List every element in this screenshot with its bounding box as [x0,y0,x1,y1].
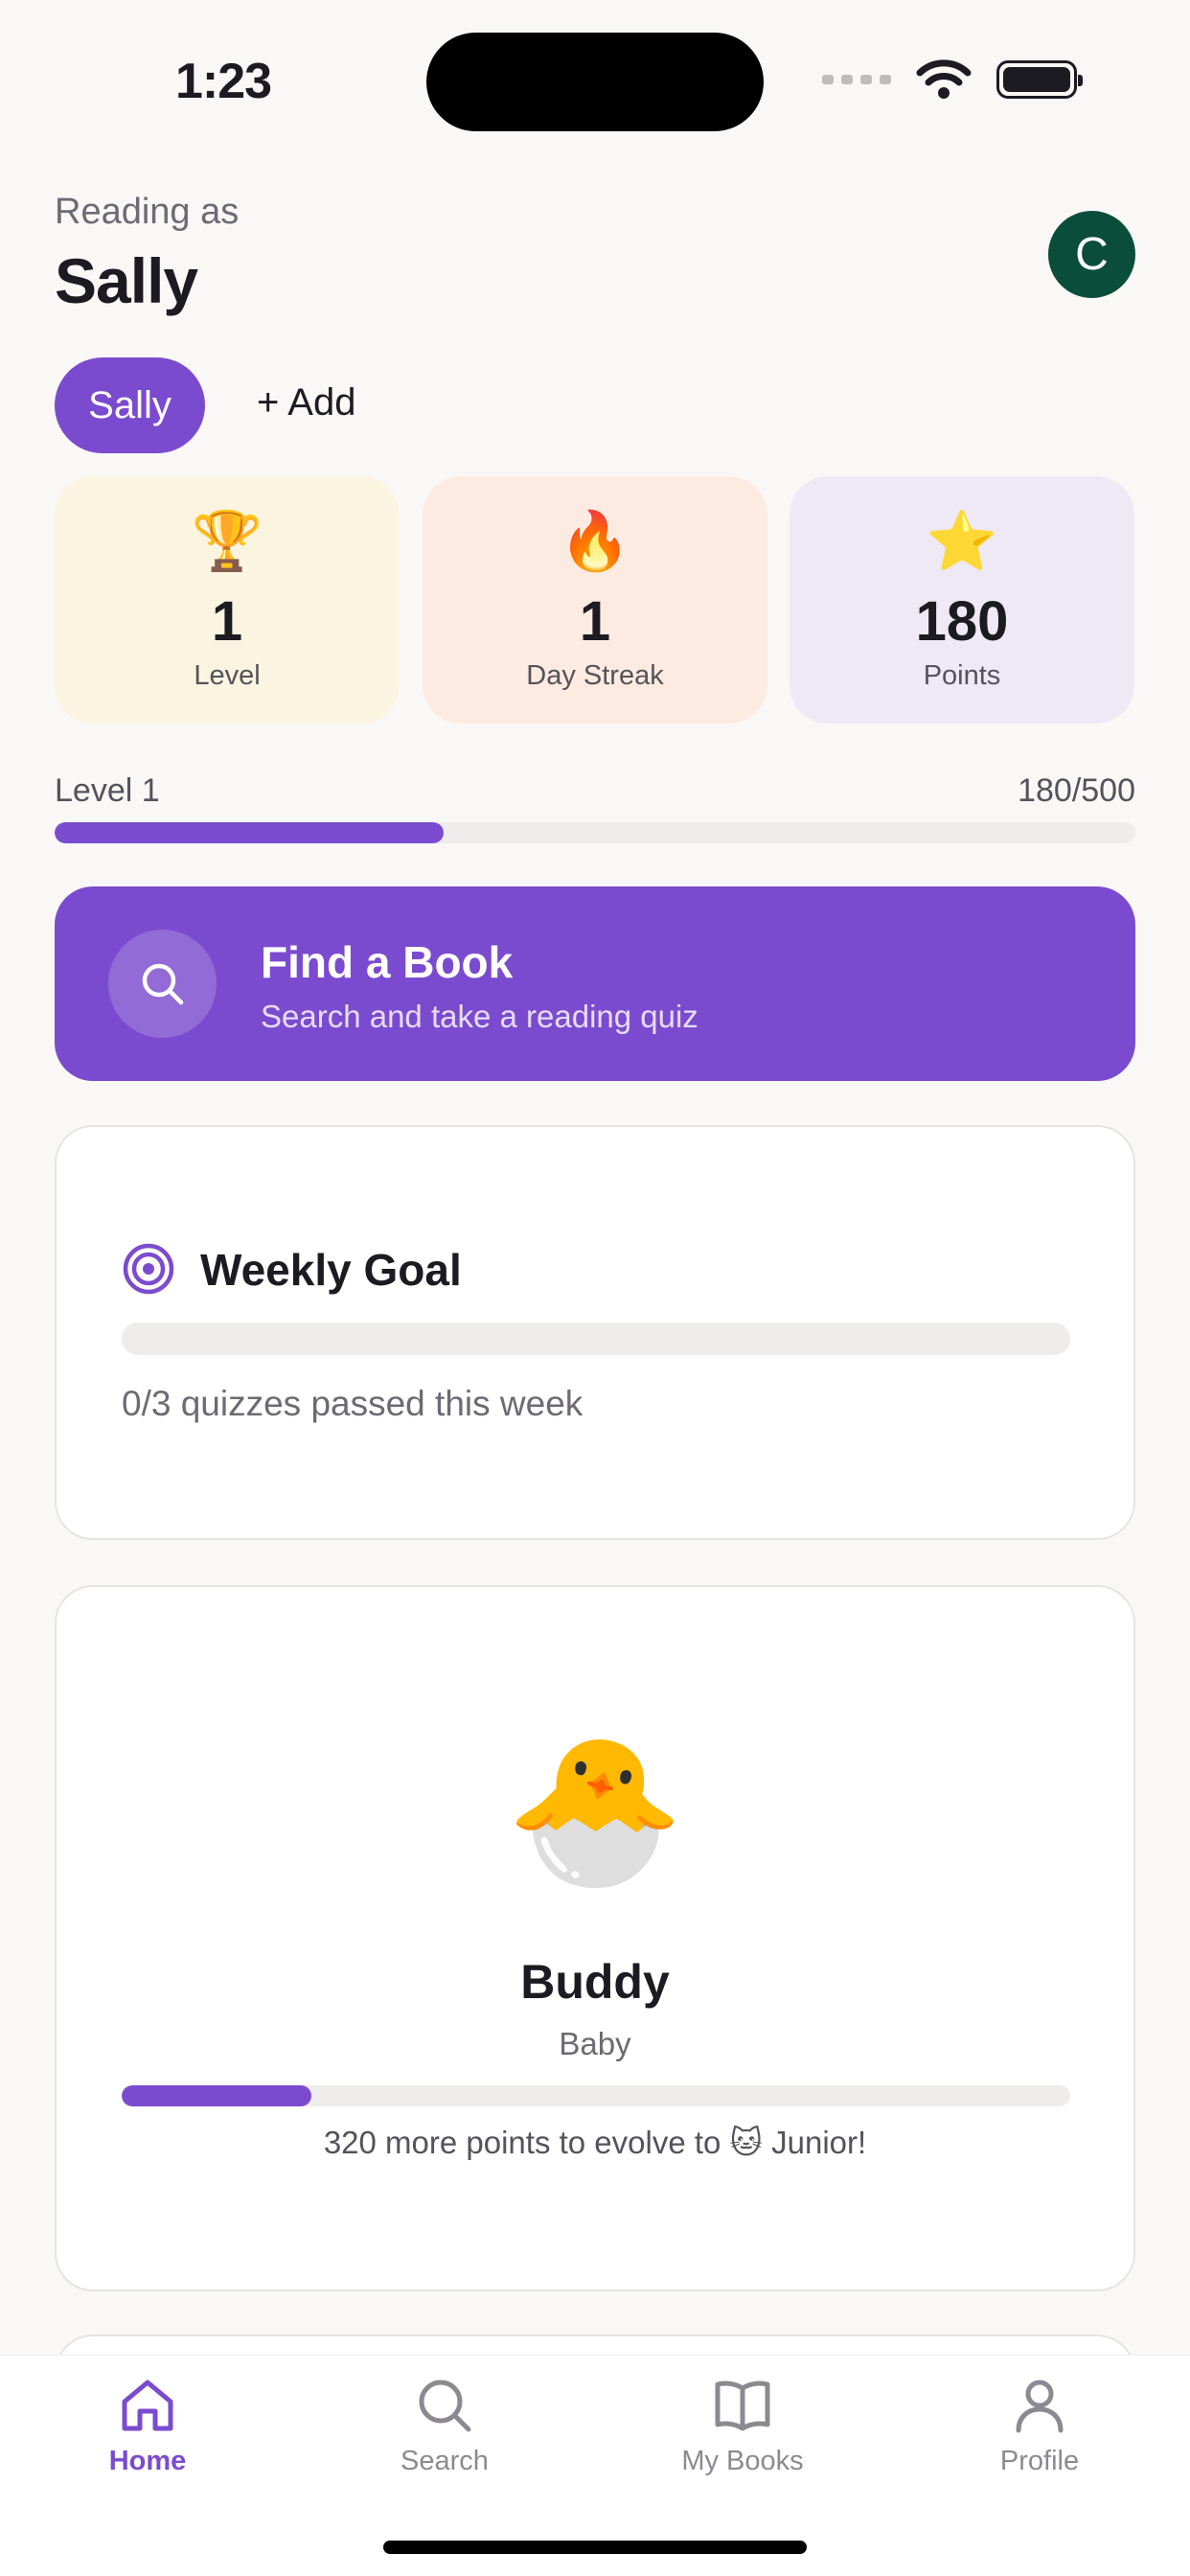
tab-search[interactable]: Search [349,2375,540,2477]
status-icons [822,59,1083,100]
stat-value: 180 [915,590,1009,653]
buddy-stage: Baby [559,2026,631,2061]
avatar[interactable]: C [1048,211,1135,298]
stat-card-points: ⭐ 180 Points [790,476,1134,724]
stat-label: Level [194,660,261,691]
buddy-card[interactable]: 🐣 Buddy Baby 320 more points to evolve t… [55,1585,1135,2291]
trophy-icon: 🏆 [191,509,263,573]
reader-name: Sally [55,245,198,316]
weekly-goal-status: 0/3 quizzes passed this week [122,1384,584,1423]
tab-label: My Books [681,2446,804,2476]
tab-label: Home [108,2446,187,2476]
stat-label: Day Streak [526,660,664,691]
target-icon [123,1243,174,1295]
hatching-chick-icon: 🐣 [505,1730,685,1891]
home-screen: 1:23 Reading as Sally C Sally + Add 🏆 1 … [0,0,1190,2576]
level-progress-label: Level 1 [55,772,160,809]
weekly-goal-progress-bar [122,1322,1070,1355]
level-progress-count: 180/500 [1018,772,1135,809]
buddy-progress-fill [122,2085,311,2106]
weekly-goal-title: Weekly Goal [200,1245,462,1295]
buddy-progress-bar [122,2085,1070,2106]
tab-label: Search [400,2446,489,2476]
status-time: 1:23 [175,54,272,109]
cellular-signal-icon [822,75,891,84]
weekly-goal-card: Weekly Goal 0/3 quizzes passed this week [55,1125,1135,1540]
home-icon [122,2380,173,2431]
dynamic-island [426,33,764,131]
wifi-icon [916,59,972,99]
tab-home[interactable]: Home [52,2375,243,2477]
stat-card-level: 🏆 1 Level [55,476,400,724]
level-progress-bar [55,822,1135,843]
buddy-evolve-message: 320 more points to evolve to 🐱 Junior! [323,2125,867,2160]
stat-value: 1 [579,590,611,653]
level-progress-fill [55,822,445,843]
stat-card-streak: 🔥 1 Day Streak [423,476,767,724]
add-reader-button[interactable]: + Add [257,381,355,425]
reader-chip-sally[interactable]: Sally [55,357,205,453]
search-icon [108,930,217,1038]
find-book-subtitle: Search and take a reading quiz [261,999,698,1034]
book-icon [715,2380,770,2431]
tab-profile[interactable]: Profile [944,2375,1135,2477]
tab-label: Profile [999,2446,1080,2476]
tab-my-books[interactable]: My Books [647,2375,838,2477]
find-book-title: Find a Book [261,937,514,987]
person-icon [1016,2380,1064,2433]
star-icon: ⭐ [926,509,998,573]
reading-as-label: Reading as [55,192,240,232]
fire-icon: 🔥 [559,509,631,573]
stat-value: 1 [211,590,243,653]
search-icon [419,2380,471,2432]
battery-icon [996,60,1083,99]
buddy-name: Buddy [520,1955,670,2009]
find-book-button[interactable]: Find a Book Search and take a reading qu… [55,886,1135,1081]
stat-label: Points [923,660,1001,691]
home-indicator [383,2541,807,2554]
